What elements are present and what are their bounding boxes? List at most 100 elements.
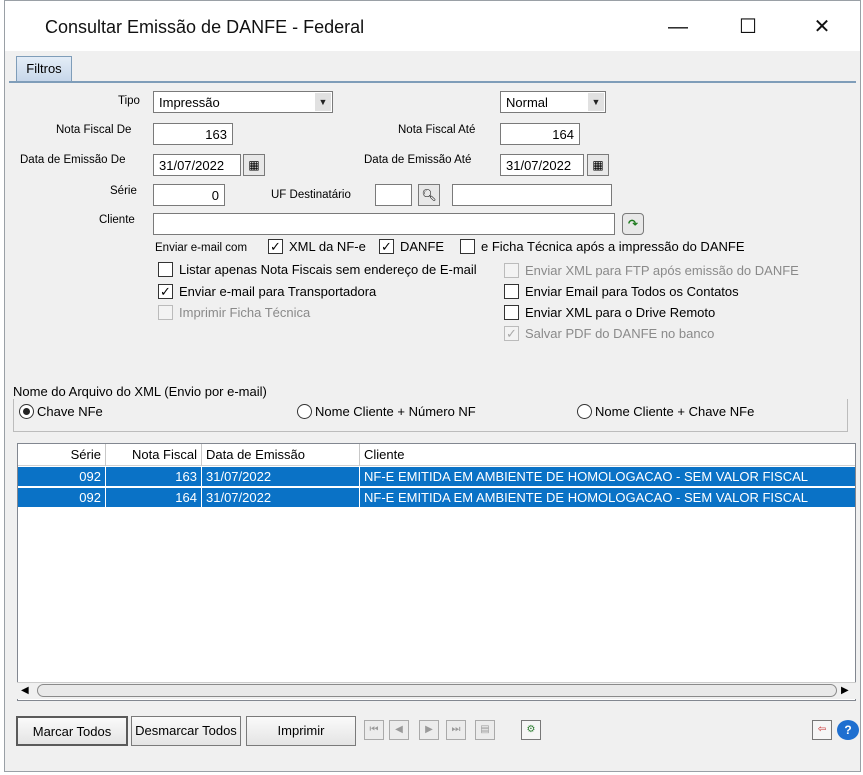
close-button[interactable]: ✕ xyxy=(799,7,845,47)
minimize-button[interactable]: — xyxy=(655,7,701,47)
checkbox-checked-icon: ✓ xyxy=(158,284,173,299)
nf-ate-label: Nota Fiscal Até xyxy=(398,124,476,136)
cell-nota-fiscal: 164 xyxy=(106,488,202,507)
marcar-todos-button[interactable]: Marcar Todos xyxy=(16,716,128,746)
imprimir-ficha-label: Imprimir Ficha Técnica xyxy=(179,305,311,320)
checkbox-checked-icon: ✓ xyxy=(504,326,519,341)
cliente-input[interactable] xyxy=(153,213,615,235)
todos-contatos-label: Enviar Email para Todos os Contatos xyxy=(525,284,739,299)
radio-cliente-numero[interactable]: Nome Cliente + Número NF xyxy=(297,404,476,419)
cell-serie: 092 xyxy=(18,488,106,507)
exit-icon[interactable]: ⇦ xyxy=(812,720,832,740)
maximize-button[interactable]: ☐ xyxy=(725,7,771,47)
transportadora-checkbox[interactable]: ✓ Enviar e-mail para Transportadora xyxy=(158,284,376,299)
tab-filtros[interactable]: Filtros xyxy=(16,56,72,81)
cell-nota-fiscal: 163 xyxy=(106,467,202,486)
table-row[interactable]: 092 164 31/07/2022 NF-E EMITIDA EM AMBIE… xyxy=(18,488,855,508)
data-ate-input[interactable]: 31/07/2022 xyxy=(500,154,584,176)
data-ate-label: Data de Emissão Até xyxy=(364,154,472,166)
header-serie[interactable]: Série xyxy=(18,444,106,466)
radio-chave-nfe-label: Chave NFe xyxy=(37,404,103,419)
checkbox-icon xyxy=(460,239,475,254)
window: Consultar Emissão de DANFE - Federal — ☐… xyxy=(4,0,861,772)
checkbox-icon xyxy=(504,284,519,299)
drive-checkbox[interactable]: Enviar XML para o Drive Remoto xyxy=(504,305,715,320)
danfe-label: DANFE xyxy=(400,239,445,254)
nf-de-label: Nota Fiscal De xyxy=(56,124,132,136)
data-de-input[interactable]: 31/07/2022 xyxy=(153,154,241,176)
listar-label: Listar apenas Nota Fiscais sem endereço … xyxy=(179,262,477,277)
xml-nfe-checkbox[interactable]: ✓ XML da NF-e xyxy=(268,239,366,254)
cell-data-emissao: 31/07/2022 xyxy=(202,467,360,486)
search-icon[interactable]: 🔍︎ xyxy=(418,184,440,206)
chevron-down-icon[interactable]: ▼ xyxy=(315,93,331,111)
xml-nfe-label: XML da NF-e xyxy=(289,239,366,254)
ficha-label: e Ficha Técnica após a impressão do DANF… xyxy=(481,239,745,254)
tab-divider xyxy=(9,81,856,83)
header-data-emissao[interactable]: Data de Emissão xyxy=(202,444,360,466)
window-title: Consultar Emissão de DANFE - Federal xyxy=(45,17,365,37)
settings-icon[interactable]: ⚙ xyxy=(521,720,541,740)
modo-value: Normal xyxy=(506,95,548,110)
tipo-label: Tipo xyxy=(118,95,140,107)
danfe-checkbox[interactable]: ✓ DANFE xyxy=(379,239,444,254)
tipo-select[interactable]: Impressão ▼ xyxy=(153,91,333,113)
calendar-icon[interactable]: ▦ xyxy=(587,154,609,176)
uf-input[interactable] xyxy=(375,184,412,206)
radio-icon xyxy=(297,404,312,419)
enviar-email-label: Enviar e-mail com xyxy=(155,242,248,254)
xml-name-title: Nome do Arquivo do XML (Envio por e-mail… xyxy=(13,384,267,399)
checkbox-checked-icon: ✓ xyxy=(268,239,283,254)
serie-input[interactable]: 0 xyxy=(153,184,225,206)
listar-checkbox[interactable]: Listar apenas Nota Fiscais sem endereço … xyxy=(158,262,477,277)
go-arrow-icon[interactable]: ↷ xyxy=(622,213,644,235)
checkbox-icon xyxy=(504,305,519,320)
serie-label: Série xyxy=(110,185,137,197)
data-de-label: Data de Emissão De xyxy=(20,154,126,166)
ftp-label: Enviar XML para FTP após emissão do DANF… xyxy=(525,263,799,278)
cliente-label: Cliente xyxy=(99,214,135,226)
radio-cliente-numero-label: Nome Cliente + Número NF xyxy=(315,404,476,419)
modo-select[interactable]: Normal ▼ xyxy=(500,91,606,113)
imprimir-ficha-checkbox: Imprimir Ficha Técnica xyxy=(158,305,310,320)
uf-label: UF Destinatário xyxy=(271,189,351,201)
scroll-right-icon[interactable]: ▶ xyxy=(841,685,849,696)
results-grid: Série Nota Fiscal Data de Emissão Client… xyxy=(17,443,856,701)
todos-contatos-checkbox[interactable]: Enviar Email para Todos os Contatos xyxy=(504,284,739,299)
transportadora-label: Enviar e-mail para Transportadora xyxy=(179,284,377,299)
salvar-pdf-label: Salvar PDF do DANFE no banco xyxy=(525,326,715,341)
grid-view-icon: ▤ xyxy=(475,720,495,740)
cell-data-emissao: 31/07/2022 xyxy=(202,488,360,507)
desmarcar-todos-button[interactable]: Desmarcar Todos xyxy=(131,716,241,746)
checkbox-icon xyxy=(158,262,173,277)
previous-record-icon: ◀ xyxy=(389,720,409,740)
checkbox-checked-icon: ✓ xyxy=(379,239,394,254)
table-row[interactable]: 092 163 31/07/2022 NF-E EMITIDA EM AMBIE… xyxy=(18,467,855,487)
first-record-icon: ⏮ xyxy=(364,720,384,740)
header-cliente[interactable]: Cliente xyxy=(360,444,855,466)
ficha-checkbox[interactable]: e Ficha Técnica após a impressão do DANF… xyxy=(460,239,745,254)
uf-name-input[interactable] xyxy=(452,184,612,206)
radio-cliente-chave[interactable]: Nome Cliente + Chave NFe xyxy=(577,404,754,419)
horizontal-scrollbar[interactable]: ◀ ▶ xyxy=(17,682,856,699)
radio-cliente-chave-label: Nome Cliente + Chave NFe xyxy=(595,404,755,419)
scroll-left-icon[interactable]: ◀ xyxy=(21,685,29,696)
cell-serie: 092 xyxy=(18,467,106,486)
nf-ate-input[interactable]: 164 xyxy=(500,123,580,145)
radio-selected-icon xyxy=(19,404,34,419)
help-icon[interactable]: ? xyxy=(837,720,859,740)
cell-cliente: NF-E EMITIDA EM AMBIENTE DE HOMOLOGACAO … xyxy=(364,469,808,484)
tipo-value: Impressão xyxy=(159,95,220,110)
chevron-down-icon[interactable]: ▼ xyxy=(588,93,604,111)
header-nota-fiscal[interactable]: Nota Fiscal xyxy=(106,444,202,466)
checkbox-icon xyxy=(504,263,519,278)
radio-chave-nfe[interactable]: Chave NFe xyxy=(19,404,103,419)
grid-header: Série Nota Fiscal Data de Emissão Client… xyxy=(18,444,855,466)
nf-de-input[interactable]: 163 xyxy=(153,123,233,145)
next-record-icon: ▶ xyxy=(419,720,439,740)
scroll-thumb[interactable] xyxy=(37,684,837,697)
radio-icon xyxy=(577,404,592,419)
calendar-icon[interactable]: ▦ xyxy=(243,154,265,176)
drive-label: Enviar XML para o Drive Remoto xyxy=(525,305,716,320)
imprimir-button[interactable]: Imprimir xyxy=(246,716,356,746)
